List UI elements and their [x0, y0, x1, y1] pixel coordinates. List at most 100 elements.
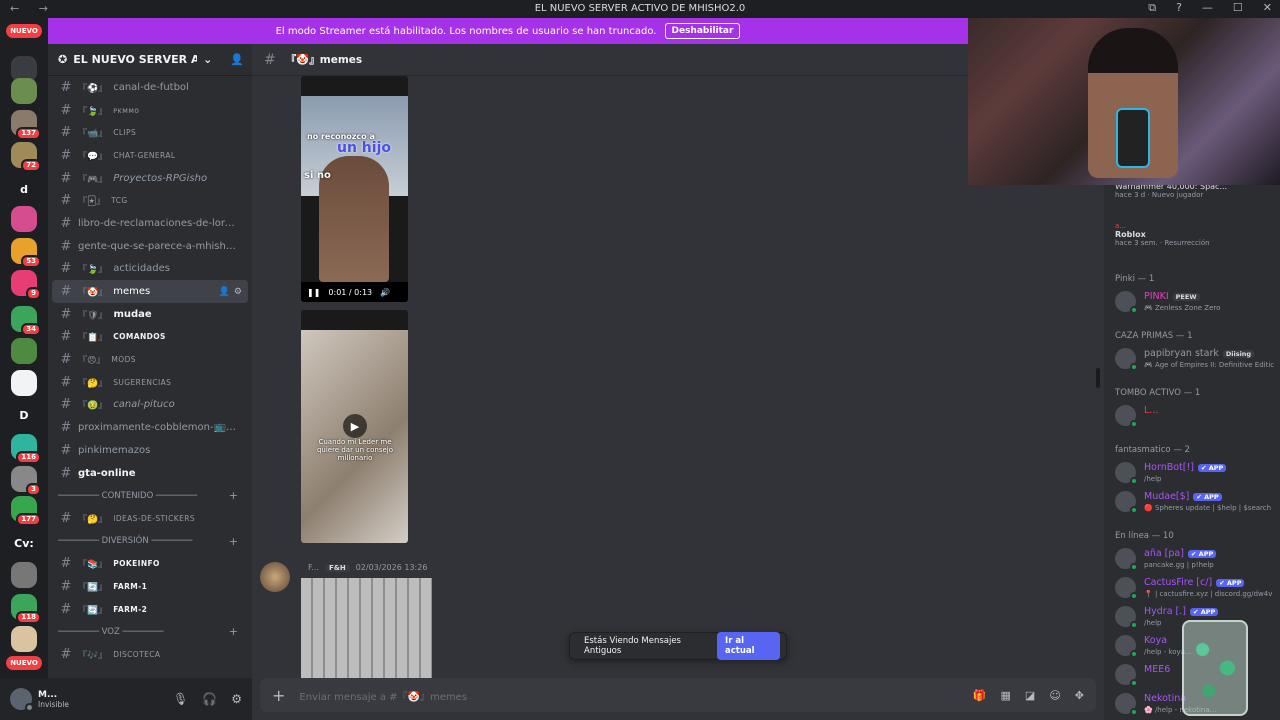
member-name: MEE6	[1144, 664, 1171, 675]
message-input[interactable]: Enviar mensaje a #『🤡』memes	[299, 688, 467, 703]
avatar[interactable]	[10, 688, 34, 712]
gear-icon[interactable]: ⚙	[234, 287, 242, 297]
channel-item[interactable]: # gente-que-se-parece-a-mhisho-...	[52, 235, 248, 258]
channel-item[interactable]: # 『📚』 POKEINFO	[52, 552, 248, 575]
member-status: /help	[1144, 475, 1162, 483]
server-icon[interactable]	[11, 206, 37, 232]
member-row[interactable]: L...	[1115, 402, 1275, 430]
guild-header[interactable]: ✪ EL NUEVO SERVER ACTI... ⌄ 👤	[48, 44, 252, 76]
channel-emoji: 『🔄』	[78, 605, 108, 616]
channel-category[interactable]: ──────── CONTENIDO ──────── +	[48, 484, 252, 507]
minimize-button[interactable]: —	[1202, 1, 1213, 15]
server-icon[interactable]	[11, 78, 37, 104]
inbox-icon[interactable]: ⧉	[1148, 1, 1156, 15]
message-author[interactable]: F...	[308, 563, 319, 572]
chat-scrollbar[interactable]	[1096, 368, 1100, 388]
video-attachment[interactable]: no reconozco a un hijo si no ❚❚ 0:01 / 0…	[301, 76, 408, 302]
channel-category[interactable]: ──────── DIVERSIÓN ──────── +	[48, 530, 252, 553]
invite-icon[interactable]: 👤	[219, 287, 230, 297]
server-icon[interactable]: Cv:	[11, 530, 37, 556]
server-icon[interactable]	[11, 370, 37, 396]
activity-title: Roblox	[1115, 230, 1146, 239]
member-row[interactable]: PINKI PEEW 🎮 Zenless Zone Zero	[1115, 288, 1275, 316]
microphone-icon[interactable]: 🎙	[173, 692, 188, 706]
server-label: Cv:	[14, 536, 34, 550]
channel-list: # 『⚽』 canal-de-futbol # 『🍃』 ᴘᴋᴍᴍᴏ # 『📹』 CLIPS # 『💬…	[48, 76, 252, 666]
channel-item[interactable]: # 『🤔』 IDEAS-DE-STICKERS	[52, 507, 248, 530]
channel-item[interactable]: # 『🛡』 mudae	[52, 303, 248, 326]
apps-icon[interactable]: ✥	[1075, 689, 1084, 702]
add-attachment-icon[interactable]: +	[272, 686, 285, 705]
gear-icon[interactable]: ⚙	[231, 692, 242, 706]
play-icon[interactable]: ▶	[343, 414, 367, 438]
server-icon[interactable]: 34	[11, 306, 41, 336]
chevron-down-icon[interactable]: ⌄	[203, 53, 212, 66]
member-name: Hydra [.]	[1144, 606, 1186, 617]
channel-item[interactable]: # 『🃏』 TCG	[52, 189, 248, 212]
message-composer[interactable]: + Enviar mensaje a #『🤡』memes 🎁 ▦ ◪ ☺ ✥	[260, 678, 1096, 712]
member-row[interactable]: Mudae[$] ✔ APP 🔴 Spheres update | $help | …	[1115, 488, 1275, 516]
server-icon[interactable]: D	[11, 402, 37, 428]
channel-item[interactable]: # 『🍃』 ᴘᴋᴍᴍᴏ	[52, 99, 248, 122]
server-icon[interactable]	[11, 626, 37, 652]
server-icon[interactable]	[11, 338, 37, 364]
jump-to-present-button[interactable]: Ir al actual	[717, 632, 780, 660]
channel-emoji: 『🤡』	[78, 288, 108, 299]
server-icon[interactable]: 177	[11, 496, 41, 526]
member-row[interactable]: papibryan stark Diising 🎮 Age of Empires I…	[1115, 345, 1275, 373]
gift-icon[interactable]: 🎁	[973, 689, 987, 702]
mention-badge: 53	[21, 255, 41, 268]
channel-label: ᴘᴋᴍᴍᴏ	[113, 105, 140, 115]
channel-item[interactable]: # 『🔄』 FARM-2	[52, 598, 248, 621]
maximize-button[interactable]: ☐	[1233, 1, 1243, 15]
channel-item[interactable]: # 『⚽』 canal-de-futbol	[52, 76, 248, 99]
channel-item[interactable]: # 『📋』 COMANDOS	[52, 326, 248, 349]
sticker-icon[interactable]: ◪	[1025, 689, 1035, 702]
pause-icon[interactable]: ❚❚	[307, 288, 320, 297]
channel-item[interactable]: # 『🔄』 FARM-1	[52, 575, 248, 598]
server-icon[interactable]: d	[11, 176, 37, 202]
channel-item[interactable]: # libro-de-reclamaciones-de-lord-...	[52, 212, 248, 235]
video-attachment[interactable]: ▶ Cuando mi Leder me quiere dar un conse…	[301, 310, 408, 543]
server-icon[interactable]: 116	[11, 434, 41, 464]
server-icon[interactable]: 72	[11, 142, 41, 172]
image-attachment[interactable]	[301, 578, 432, 678]
channel-item[interactable]: # 『🤔』 SUGERENCIAS	[52, 371, 248, 394]
member-row[interactable]: HornBot[!] ✔ APP/help	[1115, 459, 1275, 487]
avatar[interactable]	[260, 562, 290, 592]
close-button[interactable]: ✕	[1263, 1, 1272, 15]
server-icon[interactable]: 137	[11, 110, 41, 140]
channel-item[interactable]: # proximamente-cobblemon-📺🍃...	[52, 416, 248, 439]
server-icon[interactable]: 118	[11, 594, 41, 624]
user-name: M...	[38, 689, 58, 700]
disable-streamer-button[interactable]: Deshabilitar	[664, 23, 741, 39]
channel-item[interactable]: # pinkimemazos	[52, 439, 248, 462]
server-icon[interactable]: 53	[11, 238, 41, 268]
server-icon[interactable]: 9	[11, 270, 41, 300]
create-channel-icon[interactable]: +	[229, 535, 238, 548]
create-channel-icon[interactable]: +	[229, 625, 238, 638]
emoji-icon[interactable]: ☺	[1049, 689, 1060, 702]
server-icon[interactable]: 3	[11, 466, 41, 496]
channel-item[interactable]: # 『🍃』 acticidades	[52, 258, 248, 281]
member-row[interactable]: aña [pa] ✔ APP pancake.gg | p!help	[1115, 545, 1275, 573]
server-icon[interactable]	[11, 562, 37, 588]
member-row[interactable]: CactusFire [c/] ✔ APP 📍 | cactusfire.xyz |…	[1115, 574, 1275, 602]
channel-item[interactable]: # gta-online	[52, 462, 248, 485]
channel-item[interactable]: # 『🎶』 DISCOTECA	[52, 643, 248, 666]
invite-icon[interactable]: 👤	[230, 53, 244, 66]
headphones-icon[interactable]: 🎧	[202, 692, 217, 706]
member-name: Koya	[1144, 635, 1168, 646]
channel-item[interactable]: # 『🤡』 memes 👤 ⚙	[52, 280, 248, 303]
volume-icon[interactable]: 🔊	[380, 288, 390, 297]
help-icon[interactable]: ?	[1176, 1, 1182, 15]
activity-card[interactable]: a... Roblox hace 3 sem. · Resurrección	[1115, 222, 1210, 247]
channel-item[interactable]: # 『💬』 CHAT-GENERAL	[52, 144, 248, 167]
channel-item[interactable]: # 『🤢』 canal-pituco	[52, 394, 248, 417]
gif-icon[interactable]: ▦	[1001, 689, 1011, 702]
channel-item[interactable]: # 『😠』 MODS	[52, 348, 248, 371]
channel-item[interactable]: # 『🎮』 Proyectos-RPGisho	[52, 167, 248, 190]
create-channel-icon[interactable]: +	[229, 489, 238, 502]
channel-item[interactable]: # 『📹』 CLIPS	[52, 121, 248, 144]
channel-category[interactable]: ──────── VOZ ──────── +	[48, 621, 252, 644]
